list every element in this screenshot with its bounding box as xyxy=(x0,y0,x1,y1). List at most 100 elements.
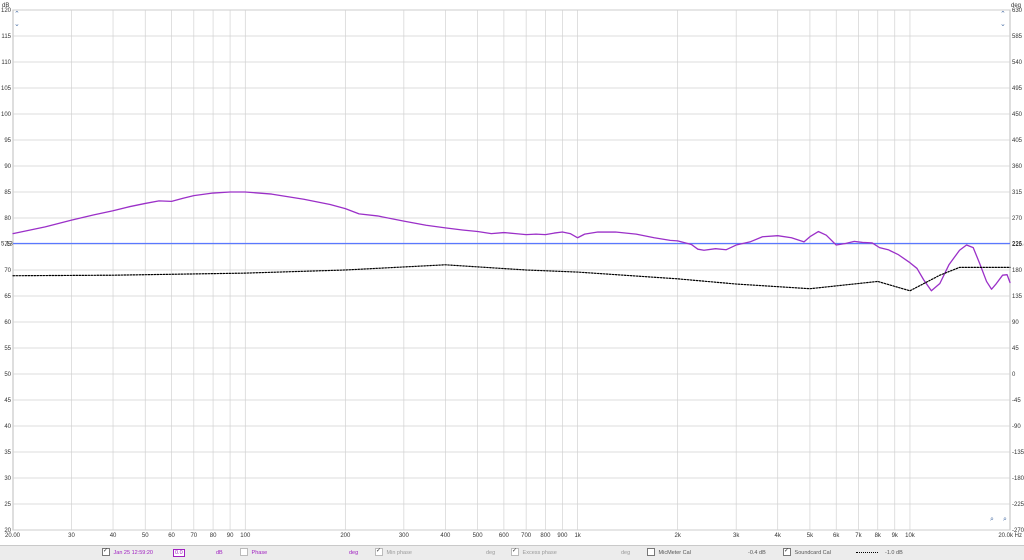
y-left-tick-label: 110 xyxy=(1,60,11,66)
x-tick-label: 30 xyxy=(68,533,75,539)
measurement-checkbox[interactable] xyxy=(102,546,110,556)
legend-offset[interactable]: 0.0 xyxy=(173,548,185,558)
x-tick-label: 6k xyxy=(833,533,840,539)
x-tick-label: 90 xyxy=(227,533,234,539)
y-right-tick-label: 45 xyxy=(1012,346,1019,352)
x-axis-labels: 30 40 50 60 70 80 90 100 200 300 400 500 600 700 800 90… xyxy=(5,533,1022,539)
measurement-name: Jan 25 12:59:20 xyxy=(113,550,153,556)
y-right-tick-label: 540 xyxy=(1012,60,1023,66)
legend-min-phase[interactable]: Min phase xyxy=(375,546,412,558)
x-tick-label: 4k xyxy=(775,533,782,539)
legend-bar: Jan 25 12:59:20 0.0 dB Phase deg Min pha… xyxy=(0,545,1024,560)
y-left-tick-label: 25 xyxy=(4,502,11,508)
x-tick-label: 400 xyxy=(440,533,451,539)
y-left-tick-label: 50 xyxy=(4,372,11,378)
zoom-top-left-down-icon[interactable]: ⌄ xyxy=(14,20,20,28)
y-right-tick-label: -45 xyxy=(1012,398,1021,404)
x-tick-label: 10k xyxy=(905,533,916,539)
y-right-tick-label: 315 xyxy=(1012,190,1023,196)
y-right-tick-label: 180 xyxy=(1012,268,1023,274)
x-tick-label: 100 xyxy=(240,533,251,539)
zoom-bottom-right-icon[interactable]: ⌕ xyxy=(990,516,994,524)
mic-cal-checkbox[interactable] xyxy=(647,547,655,556)
x-tick-label: 500 xyxy=(473,533,484,539)
x-min-label[interactable]: 20.00 xyxy=(5,533,21,539)
legend-offset-unit: dB xyxy=(216,550,223,556)
grid xyxy=(12,9,1011,531)
y-right-tick-label: 360 xyxy=(1012,164,1023,170)
x-tick-label: 300 xyxy=(399,533,410,539)
y-right-tick-label: -225 xyxy=(1012,502,1024,508)
min-phase-checkbox[interactable] xyxy=(375,546,383,556)
soundcard-cal-label: Soundcard Cal xyxy=(794,550,831,556)
x-tick-label: 60 xyxy=(168,533,175,539)
y-left-tick-label: 60 xyxy=(4,320,11,326)
y-left-tick-label: 35 xyxy=(4,450,11,456)
x-tick-label: 80 xyxy=(210,533,217,539)
zoom-top-right-down-icon[interactable]: ⌄ xyxy=(1000,20,1006,28)
y-right-tick-label: -180 xyxy=(1012,476,1024,482)
x-tick-label: 900 xyxy=(557,533,568,539)
cursor-label-left: 5.13 xyxy=(1,241,13,247)
x-tick-label: 50 xyxy=(142,533,149,539)
x-tick-label: 800 xyxy=(540,533,551,539)
measurement-offset[interactable]: 0.0 xyxy=(173,549,185,557)
y-right-tick-label: -90 xyxy=(1012,424,1021,430)
y-right-tick-label: 450 xyxy=(1012,112,1023,118)
legend-excess-phase[interactable]: Excess phase xyxy=(511,546,557,558)
x-tick-label: 600 xyxy=(499,533,510,539)
x-tick-label: 2k xyxy=(674,533,681,539)
y-axis-left-unit: dB xyxy=(2,3,9,9)
frequency-response-chart[interactable]: 1201151101051009590858075706560555045403… xyxy=(0,0,1024,545)
soundcard-cal-checkbox[interactable] xyxy=(783,546,791,556)
legend-soundcard-cal[interactable]: Soundcard Cal xyxy=(783,546,831,558)
y-right-tick-label: 135 xyxy=(1012,294,1023,300)
phase-label: Phase xyxy=(251,550,268,556)
x-tick-label: 700 xyxy=(521,533,532,539)
min-phase-label: Min phase xyxy=(386,550,412,556)
mic-cal-label: MicMeter Cal xyxy=(658,550,691,556)
legend-soundcard-swatch xyxy=(856,548,878,558)
y-right-tick-label: 0 xyxy=(1012,372,1016,378)
y-left-tick-label: 90 xyxy=(4,164,11,170)
zoom-top-left-icon[interactable]: ⌃ xyxy=(14,10,20,18)
y-right-tick-label: 585 xyxy=(1012,34,1023,40)
y-right-tick-label: -135 xyxy=(1012,450,1024,456)
phase-checkbox[interactable] xyxy=(240,547,248,556)
cursor-label-right: 226.4 xyxy=(1012,241,1024,247)
y-left-tick-label: 40 xyxy=(4,424,11,430)
x-tick-label: 200 xyxy=(340,533,351,539)
mic-cal-value: -0.4 dB xyxy=(748,550,766,556)
legend-phase[interactable]: Phase xyxy=(240,547,268,558)
x-tick-label: 5k xyxy=(807,533,814,539)
y-right-tick-label: 495 xyxy=(1012,86,1023,92)
y-left-tick-label: 45 xyxy=(4,398,11,404)
legend-mic-cal[interactable]: MicMeter Cal xyxy=(647,547,691,558)
y-right-tick-label: 90 xyxy=(1012,320,1019,326)
y-left-tick-label: 85 xyxy=(4,190,11,196)
excess-phase-label: Excess phase xyxy=(522,550,557,556)
legend-measurement[interactable]: Jan 25 12:59:20 xyxy=(102,546,153,558)
y-right-tick-label: 270 xyxy=(1012,216,1023,222)
phase-unit: deg xyxy=(349,550,359,556)
y-axis-left-labels: 1201151101051009590858075706560555045403… xyxy=(1,8,12,534)
y-axis-right-labels: 6305855404954504053603152702251801359045… xyxy=(1012,8,1024,534)
zoom-bottom-right-2-icon[interactable]: ⌕ xyxy=(1003,516,1007,524)
excess-phase-checkbox[interactable] xyxy=(511,546,519,556)
x-tick-label: 9k xyxy=(892,533,899,539)
x-tick-label: 7k xyxy=(855,533,862,539)
x-tick-label: 40 xyxy=(110,533,117,539)
y-right-tick-label: 405 xyxy=(1012,138,1023,144)
y-left-tick-label: 55 xyxy=(4,346,11,352)
y-left-tick-label: 65 xyxy=(4,294,11,300)
y-left-tick-label: 95 xyxy=(4,138,11,144)
x-tick-label: 70 xyxy=(190,533,197,539)
y-left-tick-label: 70 xyxy=(4,268,11,274)
zoom-top-right-icon[interactable]: ⌃ xyxy=(1000,10,1006,18)
y-left-tick-label: 100 xyxy=(1,112,12,118)
x-tick-label: 8k xyxy=(875,533,882,539)
x-tick-label: 1k xyxy=(574,533,581,539)
min-phase-unit: deg xyxy=(486,550,496,556)
excess-phase-unit: deg xyxy=(621,550,631,556)
y-axis-right-unit: deg xyxy=(1011,3,1021,9)
